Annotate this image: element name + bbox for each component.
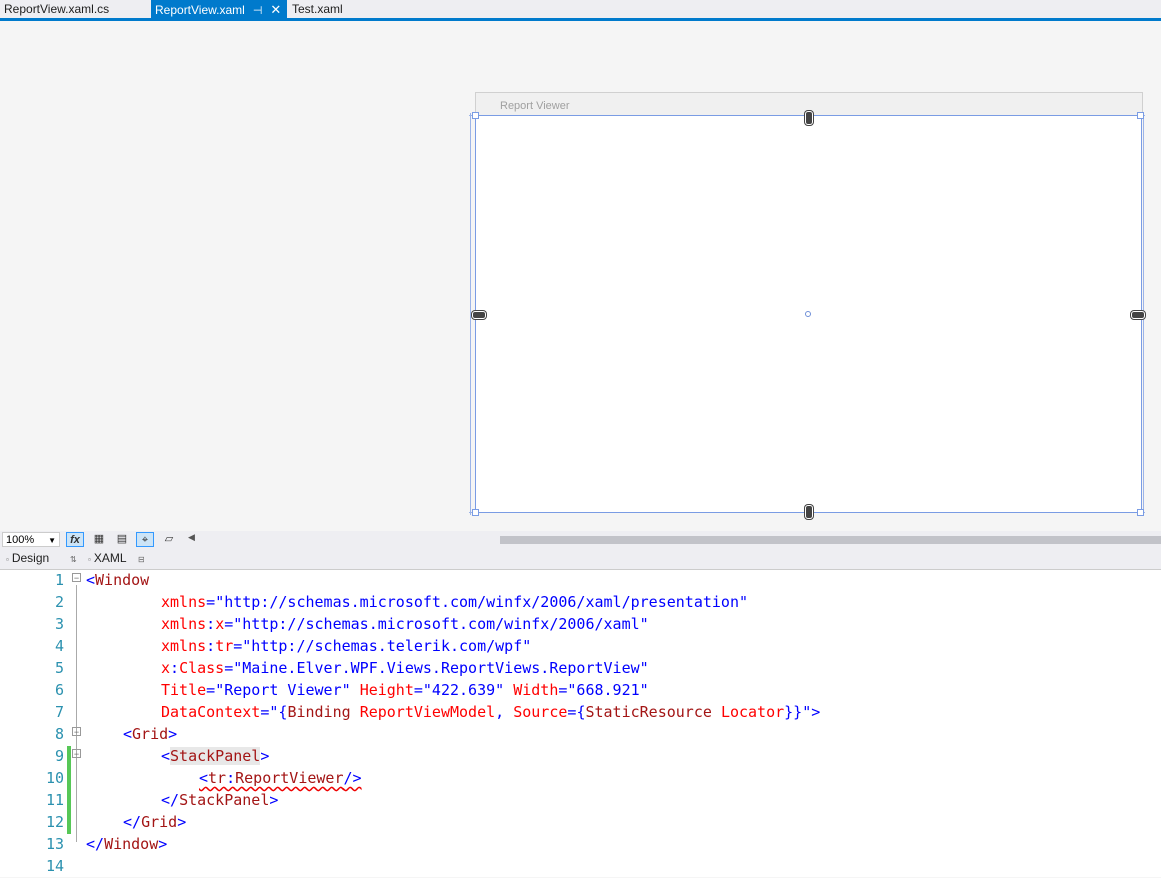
tab-reportview-xaml-cs[interactable]: ReportView.xaml.cs — [4, 0, 109, 18]
line-number: 12 — [45, 813, 64, 831]
code-line: 12 </Grid> — [0, 812, 1161, 834]
anchor-handle-bottom[interactable] — [805, 505, 813, 519]
scroll-left-icon[interactable]: ◀ — [188, 532, 195, 543]
code-text: <Grid> — [123, 725, 178, 743]
design-tab-icon: ▫ — [6, 555, 9, 564]
code-text: x:Class="Maine.Elver.WPF.Views.ReportVie… — [161, 659, 649, 677]
collapse-pane-icon[interactable]: ⊟ — [138, 551, 148, 565]
collapse-icon[interactable]: − — [72, 573, 81, 583]
code-text: </Grid> — [123, 813, 187, 831]
code-line: 11 </StackPanel> — [0, 790, 1161, 812]
code-text: <Window — [86, 571, 150, 589]
code-line: 1 − <Window — [0, 570, 1161, 592]
line-number: 2 — [54, 593, 64, 611]
code-text: Title="Report Viewer" Height="422.639" W… — [161, 681, 649, 699]
code-line: 5 x:Class="Maine.Elver.WPF.Views.ReportV… — [0, 658, 1161, 680]
code-line: 8 − <Grid> — [0, 724, 1161, 746]
grid-lines-icon[interactable]: ▤ — [113, 532, 131, 547]
line-number: 14 — [45, 857, 64, 875]
guide-line-left — [470, 113, 471, 515]
xaml-tab[interactable]: ▫ XAML — [88, 551, 127, 565]
close-icon[interactable]: ✕ — [270, 2, 281, 17]
code-line: 2 xmlns="http://schemas.microsoft.com/wi… — [0, 592, 1161, 614]
collapse-icon[interactable]: − — [72, 749, 81, 759]
xaml-code-editor[interactable]: 1 − <Window 2 xmlns="http://schemas.micr… — [0, 570, 1161, 877]
design-surface[interactable]: Report Viewer — [0, 21, 1161, 531]
annotation-icon[interactable]: ▱ — [160, 532, 178, 547]
line-number: 6 — [54, 681, 64, 699]
line-number: 9 — [54, 747, 64, 765]
zoom-dropdown[interactable]: 100% ▼ — [2, 532, 60, 547]
resize-corner-br[interactable] — [1137, 509, 1144, 516]
designer-toolbar: 100% ▼ fx ▦ ▤ ⌖ ▱ ◀ — [0, 531, 1161, 548]
line-number: 4 — [54, 637, 64, 655]
effects-fx-icon[interactable]: fx — [66, 532, 84, 547]
line-number: 1 — [54, 571, 64, 589]
code-line: 13 </Window> — [0, 834, 1161, 856]
code-text: </Window> — [86, 835, 168, 853]
document-tab-bar: ReportView.xaml.cs ReportView.xaml ⊣ ✕ Tes… — [0, 0, 1161, 21]
snap-to-lines-icon[interactable]: ⌖ — [136, 532, 154, 547]
tab-reportview-xaml[interactable]: ReportView.xaml ⊣ ✕ — [151, 0, 288, 18]
collapse-icon[interactable]: − — [72, 727, 81, 737]
line-number: 8 — [54, 725, 64, 743]
code-text: DataContext="{Binding ReportViewModel, S… — [161, 703, 821, 721]
anchor-handle-left[interactable] — [472, 311, 486, 319]
code-line: 14 — [0, 856, 1161, 878]
line-number: 3 — [54, 615, 64, 633]
anchor-handle-top[interactable] — [805, 111, 813, 125]
view-tabs: ▫ Design ⇅ ▫ XAML ⊟ — [0, 548, 1161, 570]
center-point — [805, 311, 811, 317]
resize-corner-bl[interactable] — [472, 509, 479, 516]
pin-icon[interactable]: ⊣ — [253, 5, 263, 17]
code-text: <StackPanel> — [161, 747, 270, 765]
code-line: 9 − <StackPanel> — [0, 746, 1161, 768]
resize-corner-tl[interactable] — [472, 112, 479, 119]
horizontal-scrollbar[interactable] — [500, 536, 1161, 544]
line-number: 13 — [45, 835, 64, 853]
code-line: 10 <tr:ReportViewer/> — [0, 768, 1161, 790]
code-line: 3 xmlns:x="http://schemas.microsoft.com/… — [0, 614, 1161, 636]
line-number: 10 — [45, 769, 64, 787]
chevron-down-icon: ▼ — [48, 536, 56, 545]
xaml-tab-icon: ▫ — [88, 555, 91, 564]
code-text: xmlns:x="http://schemas.microsoft.com/wi… — [161, 615, 649, 633]
code-text: </StackPanel> — [161, 791, 279, 809]
code-line: 4 xmlns:tr="http://schemas.telerik.com/w… — [0, 636, 1161, 658]
window-title: Report Viewer — [500, 100, 570, 112]
tab-test-xaml[interactable]: Test.xaml — [292, 0, 343, 18]
code-text: xmlns="http://schemas.microsoft.com/winf… — [161, 593, 749, 611]
code-text: <tr:ReportViewer/> — [199, 769, 362, 787]
resize-corner-tr[interactable] — [1137, 112, 1144, 119]
code-line: 7 DataContext="{Binding ReportViewModel,… — [0, 702, 1161, 724]
code-text: xmlns:tr="http://schemas.telerik.com/wpf… — [161, 637, 532, 655]
line-number: 5 — [54, 659, 64, 677]
grid-snap-icon[interactable]: ▦ — [90, 532, 108, 547]
design-tab[interactable]: ▫ Design — [6, 551, 49, 565]
swap-panes-icon[interactable]: ⇅ — [70, 551, 80, 565]
line-number: 11 — [45, 791, 64, 809]
code-line: 6 Title="Report Viewer" Height="422.639"… — [0, 680, 1161, 702]
anchor-handle-right[interactable] — [1131, 311, 1145, 319]
line-number: 7 — [54, 703, 64, 721]
